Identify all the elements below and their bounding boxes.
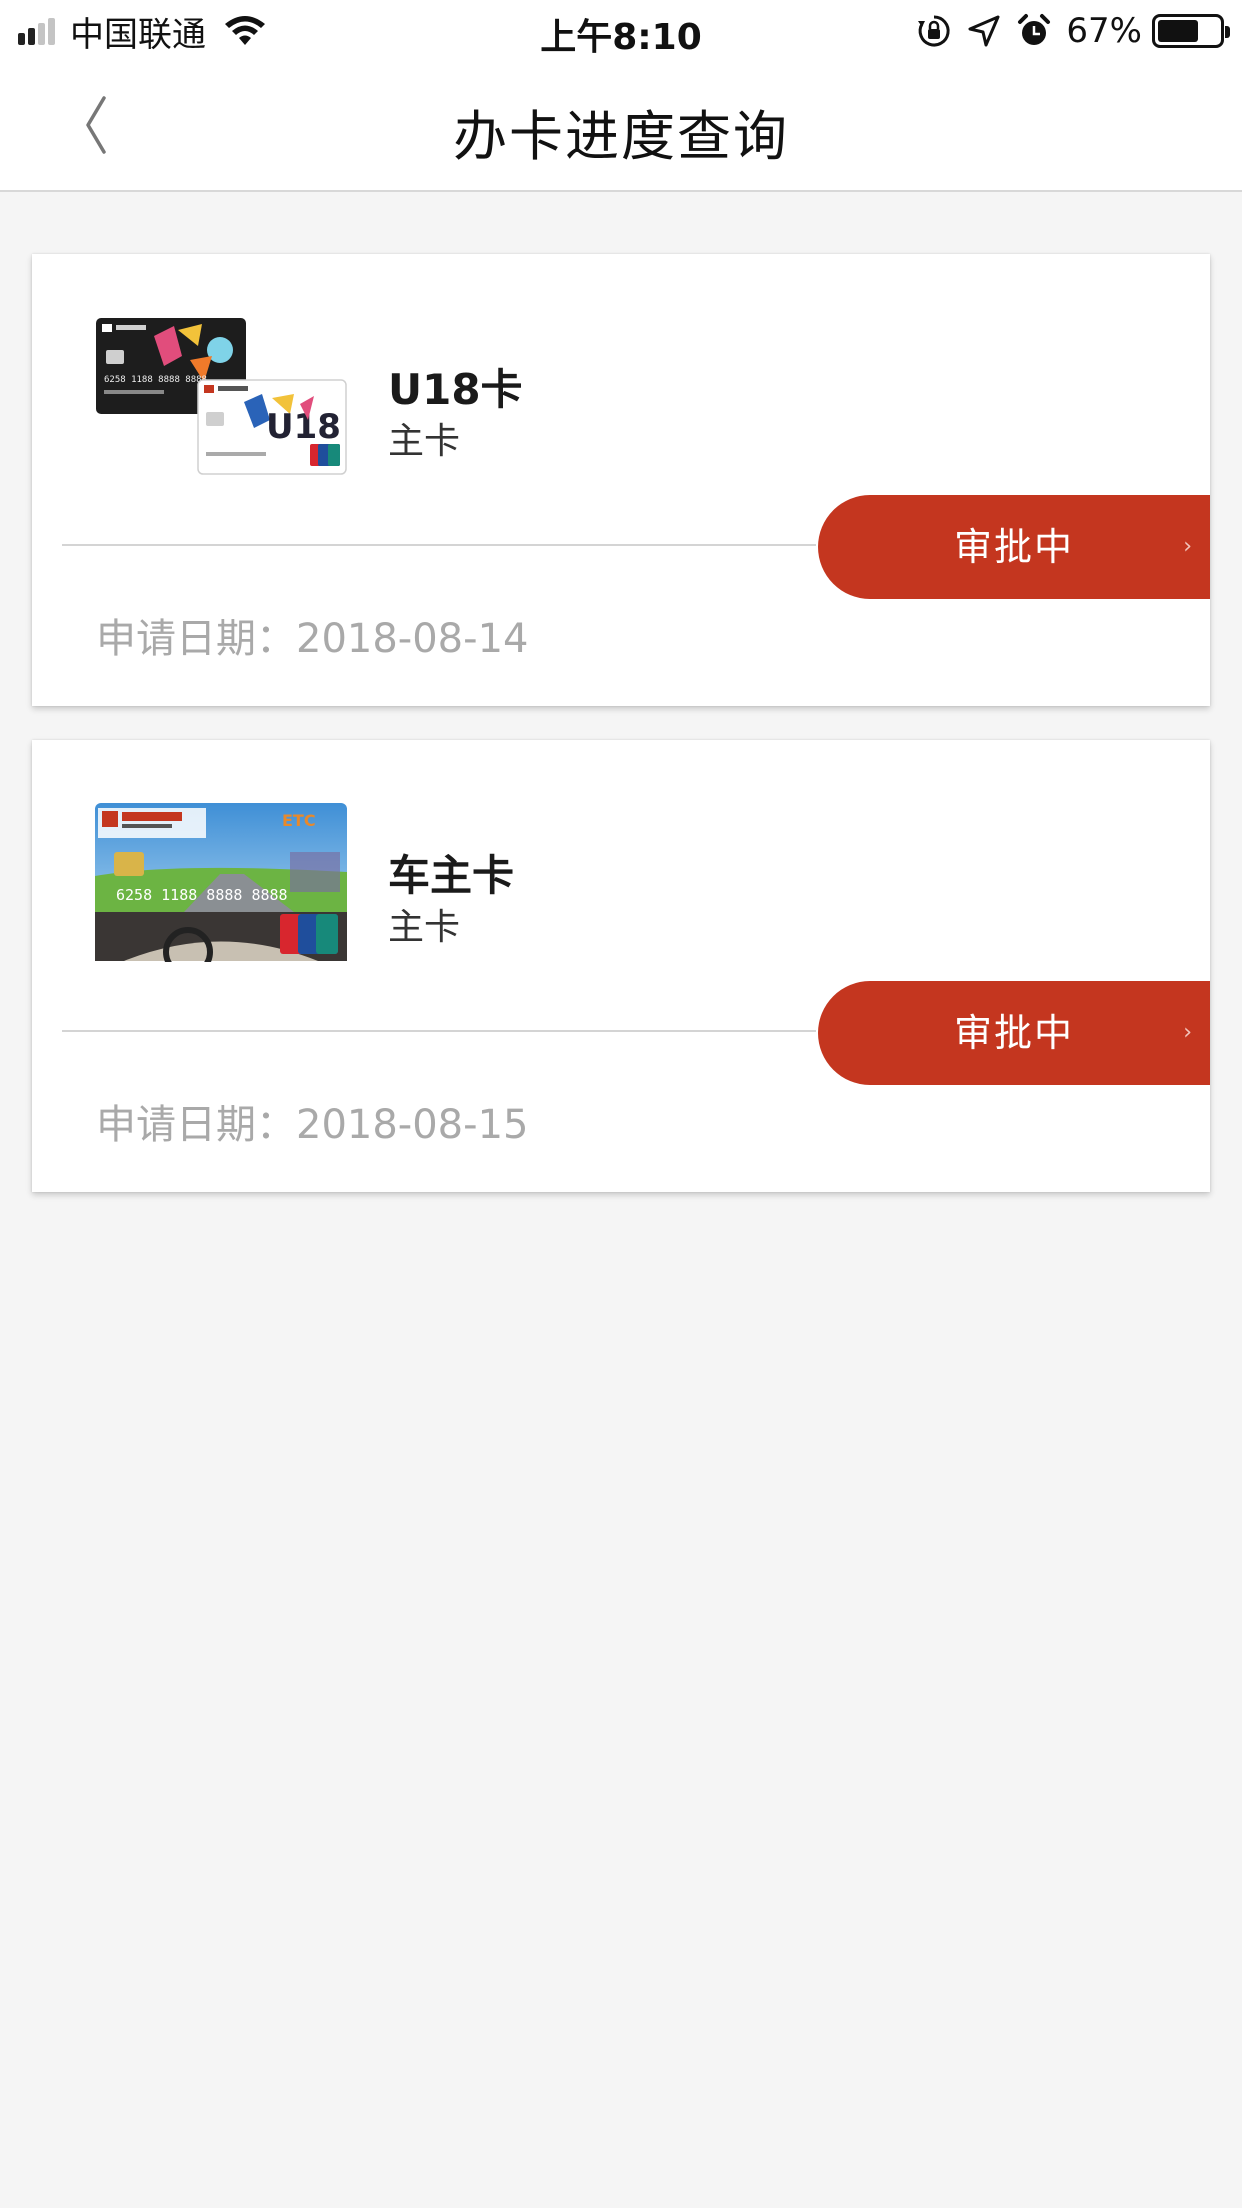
card-name: U18卡: [388, 365, 523, 414]
date-value: 2018-08-14: [296, 616, 529, 662]
battery-level: [1158, 20, 1198, 42]
application-card[interactable]: ETC 6258 1188 8888 8888 车主卡 主卡 审批中 › 申请日…: [32, 740, 1210, 1192]
battery-percent: 67%: [1066, 11, 1142, 51]
status-bar-right: 67%: [916, 10, 1230, 52]
approval-status-button[interactable]: 审批中 ›: [818, 981, 1210, 1085]
card-type: 主卡: [388, 421, 461, 462]
date-value: 2018-08-15: [296, 1102, 529, 1148]
application-card[interactable]: 6258 1188 8888 8888 U18 U18卡 主卡 审批中 › 申请…: [32, 254, 1210, 706]
u18-card-image: 6258 1188 8888 8888 U18: [96, 318, 347, 475]
divider: [62, 1030, 816, 1032]
card-art-text: ETC: [282, 811, 316, 830]
page-title: 办卡进度查询: [453, 105, 789, 168]
status-bar: 中国联通 上午8:10 67%: [0, 0, 1242, 62]
approval-status-button[interactable]: 审批中 ›: [818, 495, 1210, 599]
card-number-text: 6258 1188 8888 8888: [116, 886, 288, 904]
card-type: 主卡: [388, 907, 461, 948]
card-name: 车主卡: [388, 851, 515, 900]
date-label: 申请日期：: [96, 616, 296, 662]
chevron-right-icon: ›: [1183, 534, 1192, 559]
chevron-right-icon: ›: [1183, 1020, 1192, 1045]
status-label: 审批中: [953, 1011, 1074, 1055]
navigation-bar: 办卡进度查询: [0, 62, 1242, 192]
battery-icon: [1152, 14, 1230, 48]
card-art-text: U18: [266, 407, 341, 447]
application-date: 申请日期：2018-08-15: [96, 1092, 528, 1150]
date-label: 申请日期：: [96, 1102, 296, 1148]
car-owner-card-image: ETC 6258 1188 8888 8888: [95, 803, 347, 962]
divider: [62, 544, 816, 546]
application-date: 申请日期：2018-08-14: [96, 606, 528, 664]
alarm-icon: [1018, 14, 1051, 45]
card-number-text: 6258 1188 8888 8888: [104, 375, 207, 385]
rotation-lock-icon: [918, 15, 951, 47]
status-label: 审批中: [953, 525, 1074, 569]
location-icon: [968, 15, 1000, 47]
